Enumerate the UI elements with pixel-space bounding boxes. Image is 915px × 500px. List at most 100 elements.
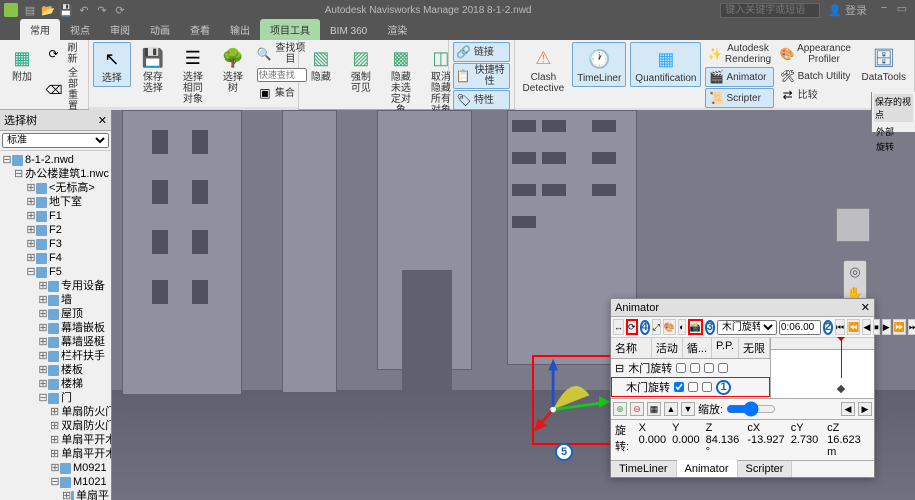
qat-save-icon[interactable]: 💾: [58, 2, 74, 18]
end-icon[interactable]: ⏭: [908, 319, 915, 335]
tree-node[interactable]: ⊞单扇平: [62, 489, 109, 500]
scene-select[interactable]: 木门旋转: [717, 320, 777, 335]
append-button[interactable]: ▦附加: [4, 42, 40, 85]
tree-node[interactable]: ⊞墙: [38, 293, 109, 307]
tree-door[interactable]: ⊟门: [38, 391, 109, 405]
tab-output[interactable]: 输出: [220, 19, 260, 40]
savesel-button[interactable]: 💾保存 选择: [135, 42, 171, 96]
loop-checkbox[interactable]: [690, 363, 700, 373]
signin-button[interactable]: 👤 登录: [828, 2, 867, 18]
tree-node[interactable]: ⊞单扇平开木: [50, 433, 109, 447]
tab-bim360[interactable]: BIM 360: [320, 23, 377, 40]
qat-new-icon[interactable]: ▤: [22, 2, 38, 18]
tree-node[interactable]: ⊞幕墙竖梃: [38, 335, 109, 349]
tab-animation[interactable]: 动画: [140, 19, 180, 40]
active-checkbox[interactable]: [674, 382, 684, 392]
loop-checkbox[interactable]: [688, 382, 698, 392]
scripter-button[interactable]: 📜Scripter: [705, 88, 773, 108]
tree-node[interactable]: ⊞屋顶: [38, 307, 109, 321]
color-tool-icon[interactable]: 🎨: [663, 319, 676, 335]
tree-node[interactable]: ⊞幕墙嵌板: [38, 321, 109, 335]
tab-scripter[interactable]: Scripter: [738, 461, 793, 477]
tree-node[interactable]: ⊞单扇防火门: [50, 405, 109, 419]
autodesk-render-button[interactable]: ✨Autodesk Rendering: [705, 42, 773, 66]
tree-node[interactable]: ⊞F4: [26, 251, 109, 265]
playhead[interactable]: [841, 338, 842, 378]
keyframe[interactable]: [837, 385, 845, 393]
timeline[interactable]: [771, 338, 874, 398]
capture-keyframe-icon[interactable]: 📸: [688, 319, 703, 335]
compare-button[interactable]: ⇄比较: [778, 86, 854, 104]
pp-checkbox[interactable]: [702, 382, 712, 392]
tree-m0921[interactable]: ⊞M0921: [50, 461, 109, 475]
minimize-button[interactable]: −: [875, 2, 893, 18]
tree-node[interactable]: ⊞F3: [26, 237, 109, 251]
animset-row-selected[interactable]: 木门旋转 1: [611, 377, 770, 397]
tree-node[interactable]: ⊞<无标高>: [26, 181, 109, 195]
tab-render[interactable]: 渲染: [377, 19, 417, 40]
timeline-next-icon[interactable]: ▶: [858, 402, 872, 416]
timeline-prev-icon[interactable]: ◀: [841, 402, 855, 416]
hideunsel-button[interactable]: ▩隐藏 未选定对象: [383, 42, 419, 118]
delete-scene-icon[interactable]: ⊖: [630, 402, 644, 416]
time-input[interactable]: [779, 320, 821, 335]
tree-node[interactable]: ⊞F2: [26, 223, 109, 237]
rotate-tool-icon[interactable]: ⟳: [626, 319, 638, 335]
tab-timeliner[interactable]: TimeLiner: [611, 461, 677, 477]
tree-building[interactable]: ⊟办公楼建筑1.nwc: [14, 167, 109, 181]
tree-root[interactable]: ⊟8-1-2.nwd: [2, 153, 109, 167]
tree-node[interactable]: ⊞楼板: [38, 363, 109, 377]
timeliner-button[interactable]: 🕐TimeLiner: [572, 42, 626, 87]
refresh-button[interactable]: ⟳刷新: [44, 42, 84, 66]
links-button[interactable]: 🔗链接: [453, 42, 510, 62]
active-checkbox[interactable]: [676, 363, 686, 373]
resetall-button[interactable]: ⌫全部 重置: [44, 67, 84, 113]
play-icon[interactable]: ▶: [882, 319, 891, 335]
tab-itemtools[interactable]: 项目工具: [260, 19, 320, 40]
qat-redo-icon[interactable]: ↷: [94, 2, 110, 18]
animator-button[interactable]: 🎬Animator: [705, 67, 773, 87]
add-scene-icon[interactable]: ⊕: [613, 402, 627, 416]
datatools-button[interactable]: 🗄DataTools: [858, 42, 910, 85]
stepfwd-icon[interactable]: ⏩: [893, 319, 906, 335]
scale-tool-icon[interactable]: ⤢: [652, 319, 661, 335]
tab-home[interactable]: 常用: [20, 19, 60, 40]
view-cube[interactable]: [836, 208, 870, 242]
playback-icon[interactable]: ◀: [862, 319, 871, 335]
hide-button[interactable]: ▧隐藏: [303, 42, 339, 85]
tree-node[interactable]: ⊞单扇平开木: [50, 447, 109, 461]
select-button[interactable]: ↖选择: [93, 42, 131, 87]
sceneopts-icon[interactable]: ▦: [647, 402, 661, 416]
appearance-button[interactable]: 🎨Appearance Profiler: [778, 42, 854, 66]
props-button[interactable]: 🏷特性: [453, 90, 510, 110]
tree-f5[interactable]: ⊟F5: [26, 265, 109, 279]
tab-animator[interactable]: Animator: [677, 460, 738, 477]
tab-view[interactable]: 查看: [180, 19, 220, 40]
tree-mode-select[interactable]: 标准: [2, 133, 109, 148]
tab-review[interactable]: 审阅: [100, 19, 140, 40]
seltree-button[interactable]: 🌳选择 树: [215, 42, 251, 96]
pp-checkbox[interactable]: [704, 363, 714, 373]
viewpoint-item[interactable]: 外部: [874, 124, 913, 139]
batch-button[interactable]: 🛠Batch Utility: [778, 67, 854, 85]
tree-node[interactable]: ⊞地下室: [26, 195, 109, 209]
stop-icon[interactable]: ⏹: [873, 319, 880, 335]
scene-row[interactable]: ⊟木门旋转: [611, 359, 770, 377]
tree-node[interactable]: ⊞专用设备: [38, 279, 109, 293]
quickprops-button[interactable]: 📋快捷特性: [453, 63, 510, 89]
stepback-icon[interactable]: ⏪: [847, 319, 860, 335]
animator-close-icon[interactable]: ✕: [861, 301, 870, 314]
tree-node[interactable]: ⊞双扇防火门: [50, 419, 109, 433]
selsame-button[interactable]: ☰选择 相同对象: [175, 42, 211, 107]
translate-tool-icon[interactable]: ↔: [613, 319, 624, 335]
qat-undo-icon[interactable]: ↶: [76, 2, 92, 18]
qat-open-icon[interactable]: 📂: [40, 2, 56, 18]
inf-checkbox[interactable]: [718, 363, 728, 373]
tab-viewpoint[interactable]: 视点: [60, 19, 100, 40]
maximize-button[interactable]: ▭: [893, 2, 911, 18]
help-search-input[interactable]: [720, 3, 820, 18]
tree[interactable]: ⊟8-1-2.nwd ⊟办公楼建筑1.nwc ⊞<无标高> ⊞地下室 ⊞F1 ⊞…: [0, 151, 111, 500]
clash-button[interactable]: ⚠Clash Detective: [519, 42, 569, 96]
close-icon[interactable]: ✕: [98, 114, 107, 127]
tree-node[interactable]: ⊞F1: [26, 209, 109, 223]
